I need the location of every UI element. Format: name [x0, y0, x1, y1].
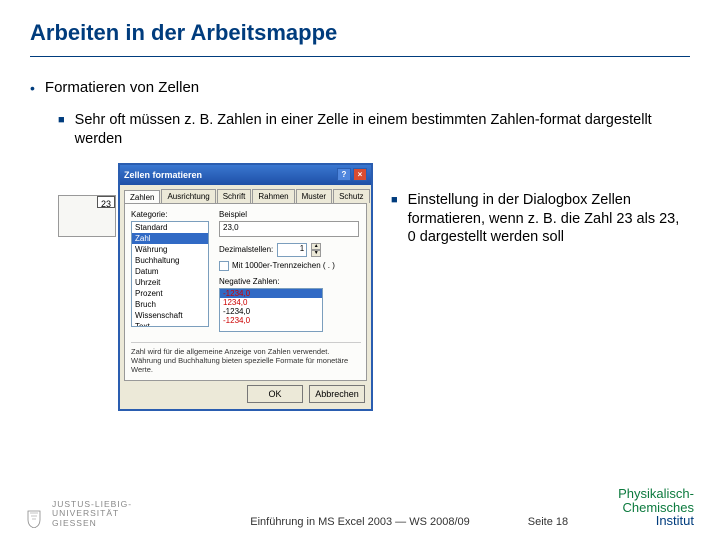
bullet3-text: Einstellung in der Dialogbox Zellen form… — [408, 191, 680, 248]
dialog-title-text: Zellen formatieren — [124, 170, 202, 180]
course-footer: Einführung in MS Excel 2003 ― WS 2008/09 — [250, 516, 470, 528]
thousands-checkbox-row[interactable]: Mit 1000er-Trennzeichen ( . ) — [219, 261, 359, 271]
help-button[interactable]: ? — [337, 168, 351, 181]
tab-zahlen[interactable]: Zahlen — [124, 190, 160, 204]
cat-item[interactable]: Bruch — [132, 299, 208, 310]
negative-label: Negative Zahlen: — [219, 277, 359, 286]
tab-ausrichtung[interactable]: Ausrichtung — [161, 189, 215, 203]
sample-label: Beispiel — [219, 210, 359, 219]
bullet-level2: ■ Sehr oft müssen z. B. Zahlen in einer … — [58, 111, 680, 149]
cat-item[interactable]: Wissenschaft — [132, 310, 208, 321]
cat-item[interactable]: Datum — [132, 266, 208, 277]
institute-name: Physikalisch- Chemisches Institut — [618, 487, 694, 528]
cell-value: 23 — [101, 199, 111, 209]
page-number: Seite 18 — [528, 516, 568, 528]
bullet-level2-right: ■ Einstellung in der Dialogbox Zellen fo… — [391, 191, 680, 248]
bullet2-text: Sehr oft müssen z. B. Zahlen in einer Ze… — [75, 111, 680, 149]
university-logo-icon — [26, 510, 42, 528]
ok-button[interactable]: OK — [247, 385, 303, 403]
cancel-button[interactable]: Abbrechen — [309, 385, 365, 403]
bullet-level1: • Formatieren von Zellen — [30, 79, 690, 97]
neg-item[interactable]: -1234,0 — [220, 316, 322, 325]
spinner-up-icon[interactable]: ▲ — [311, 243, 321, 250]
cat-item[interactable]: Prozent — [132, 288, 208, 299]
neg-item-selected[interactable]: -1234,0 — [220, 289, 322, 298]
cat-item[interactable]: Uhrzeit — [132, 277, 208, 288]
cat-item[interactable]: Buchhaltung — [132, 255, 208, 266]
bullet-dot-icon: • — [30, 79, 35, 97]
thousands-label: Mit 1000er-Trennzeichen ( . ) — [232, 261, 335, 270]
close-button[interactable]: × — [353, 168, 367, 181]
slide-title: Arbeiten in der Arbeitsmappe — [30, 20, 690, 46]
bullet-square-icon: ■ — [391, 191, 398, 209]
screenshot-block: 23 Zellen formatieren ? × Zahlen Ausrich… — [58, 163, 373, 411]
university-name: JUSTUS-LIEBIG- UNIVERSITÄT GIESSEN — [52, 500, 132, 528]
checkbox-icon[interactable] — [219, 261, 229, 271]
dialog-help-text: Zahl wird für die allgemeine Anzeige von… — [131, 342, 361, 374]
negative-listbox[interactable]: -1234,0 1234,0 -1234,0 -1234,0 — [219, 288, 323, 332]
decimals-label: Dezimalstellen: — [219, 245, 273, 254]
cat-item-selected[interactable]: Zahl — [132, 233, 208, 244]
bullet-square-icon: ■ — [58, 111, 65, 129]
title-divider — [30, 56, 690, 57]
cat-item[interactable]: Währung — [132, 244, 208, 255]
decimals-spinner[interactable]: ▲ ▼ — [311, 243, 321, 257]
excel-cell-preview: 23 — [58, 195, 116, 237]
spinner-down-icon[interactable]: ▼ — [311, 250, 321, 257]
cat-item[interactable]: Standard — [132, 222, 208, 233]
category-listbox[interactable]: Standard Zahl Währung Buchhaltung Datum … — [131, 221, 209, 327]
sample-value: 23,0 — [219, 221, 359, 237]
neg-item[interactable]: -1234,0 — [220, 307, 322, 316]
cat-item[interactable]: Text — [132, 321, 208, 327]
tab-schutz[interactable]: Schutz — [333, 189, 369, 203]
bullet1-text: Formatieren von Zellen — [45, 79, 199, 96]
neg-item[interactable]: 1234,0 — [220, 298, 322, 307]
cell-border: 23 — [97, 196, 115, 208]
decimals-input[interactable]: 1 — [277, 243, 307, 257]
tab-muster[interactable]: Muster — [296, 189, 332, 203]
tab-schrift[interactable]: Schrift — [217, 189, 252, 203]
dialog-tabs: Zahlen Ausrichtung Schrift Rahmen Muster… — [120, 185, 371, 203]
format-cells-dialog: Zellen formatieren ? × Zahlen Ausrichtun… — [118, 163, 373, 411]
dialog-body: Kategorie: Standard Zahl Währung Buchhal… — [124, 203, 367, 381]
dialog-titlebar: Zellen formatieren ? × — [120, 165, 371, 185]
tab-rahmen[interactable]: Rahmen — [252, 189, 294, 203]
